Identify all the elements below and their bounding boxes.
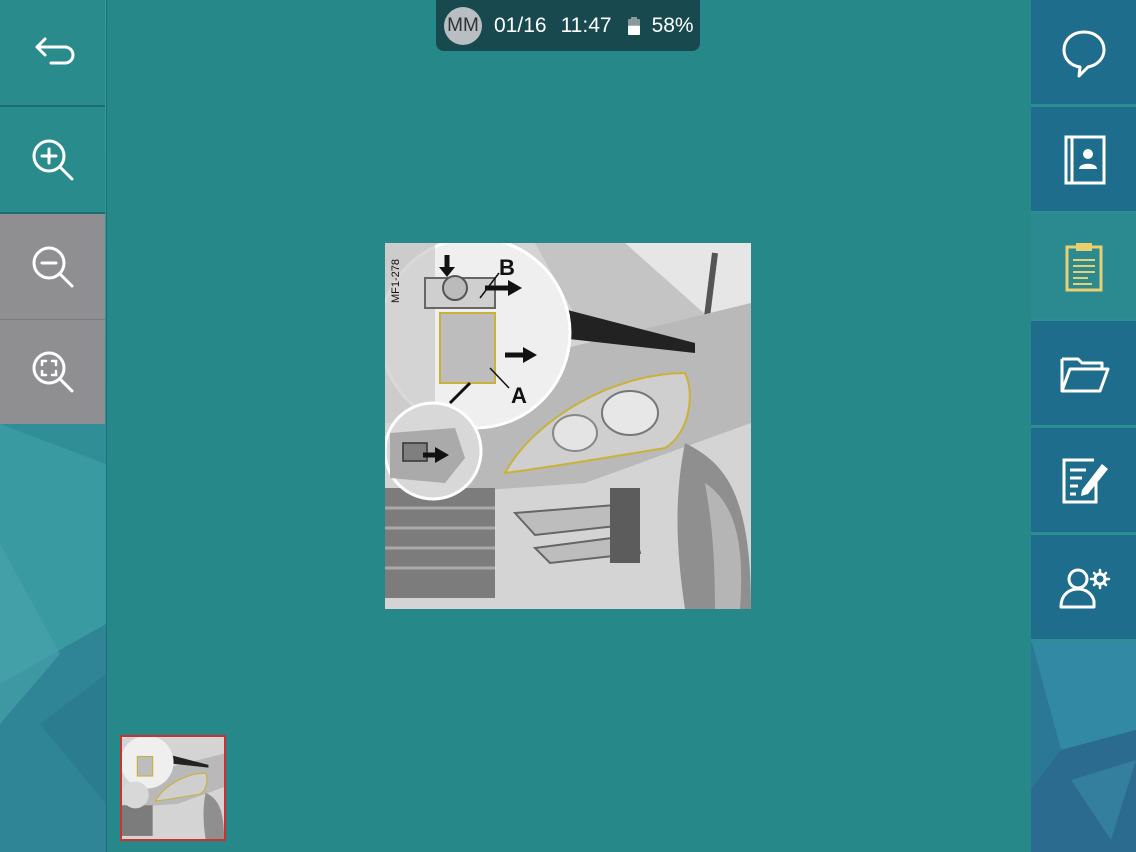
thumbnail-image: [122, 737, 224, 839]
headlamp-diagram: B A MF1-278: [385, 243, 751, 609]
speech-bubble-icon: [1062, 30, 1105, 78]
user-settings-button[interactable]: [1031, 535, 1136, 642]
status-bar: MM 01/16 11:47 58%: [436, 0, 700, 51]
battery-percent: 58%: [651, 13, 694, 37]
zoom-out-button[interactable]: [0, 214, 105, 321]
technical-illustration[interactable]: B A MF1-278: [385, 243, 751, 609]
user-settings-icon: [1059, 568, 1110, 609]
edit-notes-button[interactable]: [1031, 428, 1136, 535]
folder-icon: [1060, 357, 1109, 393]
status-date: 01/16: [494, 13, 547, 37]
zoom-fit-icon: [32, 351, 73, 393]
label-a: A: [511, 383, 527, 408]
decorative-background: [1031, 640, 1136, 852]
label-b: B: [499, 255, 515, 280]
edit-note-icon: [1062, 458, 1108, 504]
zoom-fit-button[interactable]: [0, 320, 105, 424]
zoom-in-button[interactable]: [0, 107, 105, 214]
chat-button[interactable]: [1031, 0, 1136, 107]
avatar[interactable]: MM: [444, 6, 482, 45]
right-toolbar: [1031, 0, 1136, 852]
folder-button[interactable]: [1031, 321, 1136, 428]
contact-book-icon: [1064, 135, 1105, 185]
clipboard-icon: [1065, 243, 1102, 292]
decorative-background: [0, 424, 106, 852]
figure-code: MF1-278: [390, 259, 402, 303]
left-toolbar: [0, 0, 107, 852]
status-time: 11:47: [560, 13, 612, 37]
page-thumbnail[interactable]: [120, 735, 226, 841]
battery-icon: [627, 16, 640, 35]
contacts-button[interactable]: [1031, 107, 1136, 214]
back-arrow-icon: [35, 37, 74, 64]
zoom-in-icon: [32, 139, 73, 180]
zoom-out-icon: [32, 246, 73, 287]
clipboard-button[interactable]: [1031, 214, 1136, 321]
back-button[interactable]: [0, 0, 105, 107]
